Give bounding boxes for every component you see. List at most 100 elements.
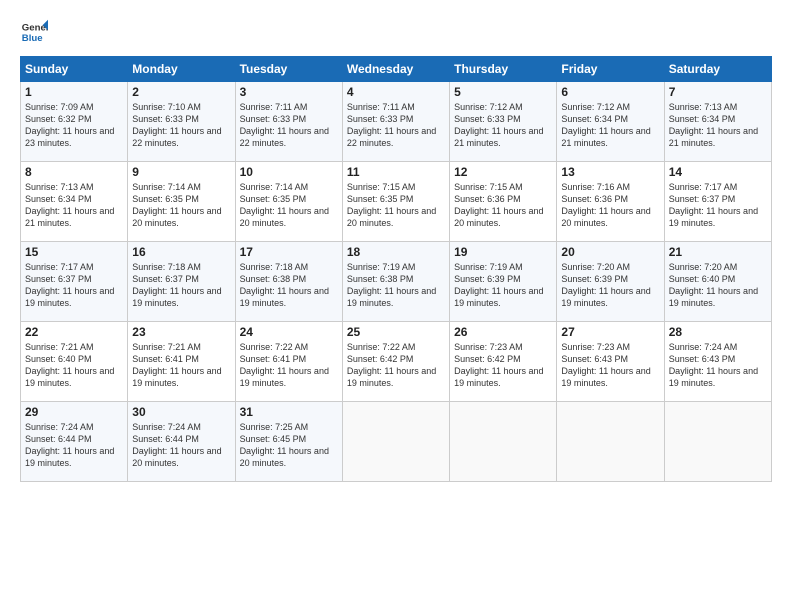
cell-info: Sunrise: 7:12 AMSunset: 6:33 PMDaylight:… [454,102,543,148]
day-number: 7 [669,85,767,99]
calendar-body: 1 Sunrise: 7:09 AMSunset: 6:32 PMDaylight… [21,82,772,482]
day-number: 8 [25,165,123,179]
calendar-cell: 9 Sunrise: 7:14 AMSunset: 6:35 PMDaylight… [128,162,235,242]
day-number: 14 [669,165,767,179]
calendar-cell: 31 Sunrise: 7:25 AMSunset: 6:45 PMDayligh… [235,402,342,482]
day-header-wednesday: Wednesday [342,57,449,82]
cell-info: Sunrise: 7:10 AMSunset: 6:33 PMDaylight:… [132,102,221,148]
day-number: 13 [561,165,659,179]
cell-info: Sunrise: 7:14 AMSunset: 6:35 PMDaylight:… [240,182,329,228]
day-header-friday: Friday [557,57,664,82]
cell-info: Sunrise: 7:16 AMSunset: 6:36 PMDaylight:… [561,182,650,228]
page: General Blue SundayMondayTuesdayWednesda… [0,0,792,612]
day-number: 4 [347,85,445,99]
cell-info: Sunrise: 7:14 AMSunset: 6:35 PMDaylight:… [132,182,221,228]
day-number: 19 [454,245,552,259]
cell-info: Sunrise: 7:13 AMSunset: 6:34 PMDaylight:… [25,182,114,228]
calendar-cell: 28Sunrise: 7:24 AMSunset: 6:43 PMDayligh… [664,322,771,402]
day-number: 16 [132,245,230,259]
day-number: 24 [240,325,338,339]
calendar-cell: 6 Sunrise: 7:12 AMSunset: 6:34 PMDaylight… [557,82,664,162]
cell-info: Sunrise: 7:11 AMSunset: 6:33 PMDaylight:… [240,102,329,148]
day-number: 1 [25,85,123,99]
day-number: 29 [25,405,123,419]
day-header-saturday: Saturday [664,57,771,82]
svg-text:Blue: Blue [22,33,43,44]
day-number: 10 [240,165,338,179]
calendar-cell: 12 Sunrise: 7:15 AMSunset: 6:36 PMDayligh… [450,162,557,242]
calendar-cell: 5 Sunrise: 7:12 AMSunset: 6:33 PMDaylight… [450,82,557,162]
cell-info: Sunrise: 7:20 AMSunset: 6:39 PMDaylight:… [561,262,650,308]
day-number: 23 [132,325,230,339]
cell-info: Sunrise: 7:24 AMSunset: 6:44 PMDaylight:… [25,422,114,468]
calendar-week-1: 1 Sunrise: 7:09 AMSunset: 6:32 PMDaylight… [21,82,772,162]
calendar-cell: 18 Sunrise: 7:19 AMSunset: 6:38 PMDayligh… [342,242,449,322]
cell-info: Sunrise: 7:24 AMSunset: 6:44 PMDaylight:… [132,422,221,468]
calendar-cell: 23 Sunrise: 7:21 AMSunset: 6:41 PMDayligh… [128,322,235,402]
day-number: 31 [240,405,338,419]
day-number: 25 [347,325,445,339]
cell-info: Sunrise: 7:25 AMSunset: 6:45 PMDaylight:… [240,422,329,468]
day-number: 15 [25,245,123,259]
cell-info: Sunrise: 7:24 AMSunset: 6:43 PMDaylight:… [669,342,758,388]
cell-info: Sunrise: 7:19 AMSunset: 6:39 PMDaylight:… [454,262,543,308]
calendar-cell: 11 Sunrise: 7:15 AMSunset: 6:35 PMDayligh… [342,162,449,242]
day-number: 17 [240,245,338,259]
day-number: 18 [347,245,445,259]
cell-info: Sunrise: 7:19 AMSunset: 6:38 PMDaylight:… [347,262,436,308]
day-number: 9 [132,165,230,179]
calendar-cell: 8 Sunrise: 7:13 AMSunset: 6:34 PMDaylight… [21,162,128,242]
cell-info: Sunrise: 7:23 AMSunset: 6:43 PMDaylight:… [561,342,650,388]
cell-info: Sunrise: 7:17 AMSunset: 6:37 PMDaylight:… [669,182,758,228]
cell-info: Sunrise: 7:12 AMSunset: 6:34 PMDaylight:… [561,102,650,148]
calendar-cell: 15 Sunrise: 7:17 AMSunset: 6:37 PMDayligh… [21,242,128,322]
calendar-week-3: 15 Sunrise: 7:17 AMSunset: 6:37 PMDayligh… [21,242,772,322]
cell-info: Sunrise: 7:15 AMSunset: 6:36 PMDaylight:… [454,182,543,228]
cell-info: Sunrise: 7:09 AMSunset: 6:32 PMDaylight:… [25,102,114,148]
day-number: 30 [132,405,230,419]
cell-info: Sunrise: 7:13 AMSunset: 6:34 PMDaylight:… [669,102,758,148]
calendar-cell: 30 Sunrise: 7:24 AMSunset: 6:44 PMDayligh… [128,402,235,482]
calendar-cell: 10 Sunrise: 7:14 AMSunset: 6:35 PMDayligh… [235,162,342,242]
calendar-cell [557,402,664,482]
calendar-cell: 25 Sunrise: 7:22 AMSunset: 6:42 PMDayligh… [342,322,449,402]
cell-info: Sunrise: 7:15 AMSunset: 6:35 PMDaylight:… [347,182,436,228]
day-header-thursday: Thursday [450,57,557,82]
calendar-cell [342,402,449,482]
calendar-week-5: 29 Sunrise: 7:24 AMSunset: 6:44 PMDayligh… [21,402,772,482]
day-number: 11 [347,165,445,179]
day-number: 2 [132,85,230,99]
logo-icon: General Blue [20,18,48,46]
cell-info: Sunrise: 7:21 AMSunset: 6:41 PMDaylight:… [132,342,221,388]
calendar-cell: 1 Sunrise: 7:09 AMSunset: 6:32 PMDaylight… [21,82,128,162]
cell-info: Sunrise: 7:22 AMSunset: 6:42 PMDaylight:… [347,342,436,388]
day-number: 5 [454,85,552,99]
calendar-cell: 20 Sunrise: 7:20 AMSunset: 6:39 PMDayligh… [557,242,664,322]
calendar-cell: 21 Sunrise: 7:20 AMSunset: 6:40 PMDayligh… [664,242,771,322]
day-header-monday: Monday [128,57,235,82]
cell-info: Sunrise: 7:18 AMSunset: 6:38 PMDaylight:… [240,262,329,308]
day-number: 12 [454,165,552,179]
calendar-cell [450,402,557,482]
header: General Blue [20,18,772,46]
day-number: 6 [561,85,659,99]
cell-info: Sunrise: 7:18 AMSunset: 6:37 PMDaylight:… [132,262,221,308]
day-header-sunday: Sunday [21,57,128,82]
day-number: 20 [561,245,659,259]
cell-info: Sunrise: 7:11 AMSunset: 6:33 PMDaylight:… [347,102,436,148]
calendar-cell: 16 Sunrise: 7:18 AMSunset: 6:37 PMDayligh… [128,242,235,322]
calendar-table: SundayMondayTuesdayWednesdayThursdayFrid… [20,56,772,482]
calendar-cell: 29 Sunrise: 7:24 AMSunset: 6:44 PMDayligh… [21,402,128,482]
cell-info: Sunrise: 7:21 AMSunset: 6:40 PMDaylight:… [25,342,114,388]
cell-info: Sunrise: 7:17 AMSunset: 6:37 PMDaylight:… [25,262,114,308]
calendar-cell: 14 Sunrise: 7:17 AMSunset: 6:37 PMDayligh… [664,162,771,242]
calendar-week-4: 22 Sunrise: 7:21 AMSunset: 6:40 PMDayligh… [21,322,772,402]
day-number: 26 [454,325,552,339]
calendar-cell: 13 Sunrise: 7:16 AMSunset: 6:36 PMDayligh… [557,162,664,242]
day-number: 21 [669,245,767,259]
cell-info: Sunrise: 7:20 AMSunset: 6:40 PMDaylight:… [669,262,758,308]
day-number: 22 [25,325,123,339]
calendar-cell: 24Sunrise: 7:22 AMSunset: 6:41 PMDayligh… [235,322,342,402]
calendar-cell: 7 Sunrise: 7:13 AMSunset: 6:34 PMDaylight… [664,82,771,162]
calendar-cell [664,402,771,482]
